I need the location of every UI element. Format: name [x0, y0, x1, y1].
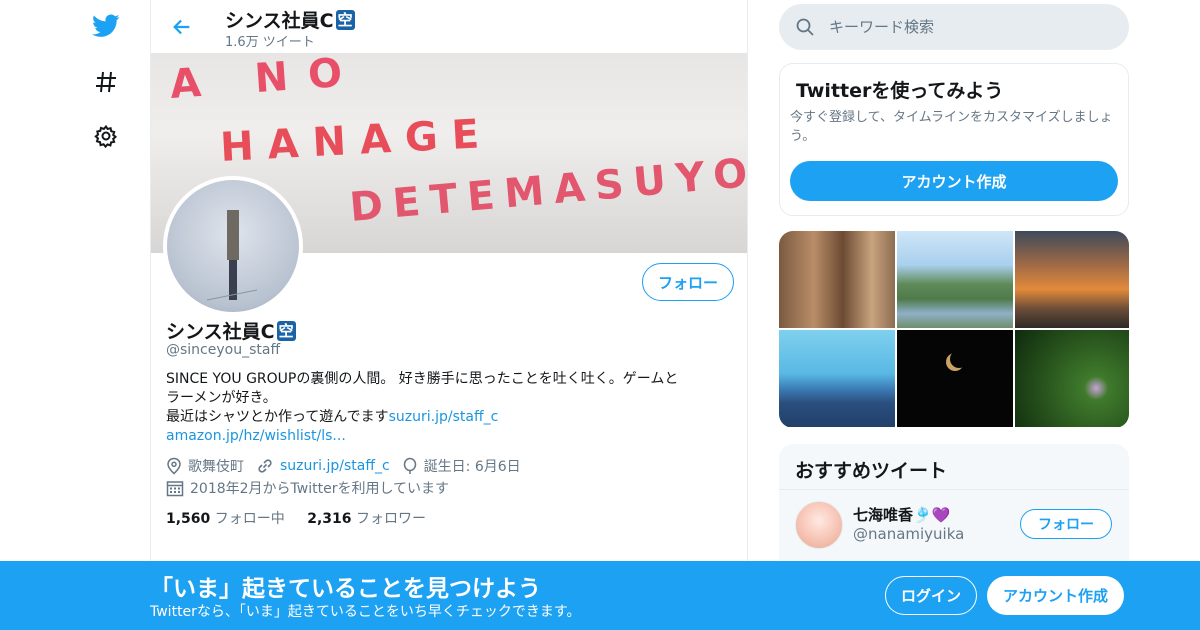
main-column: シンス社員C 空 1.6万 ツイート A NO HANAGE DETEMASUYO…	[150, 0, 748, 630]
search-box[interactable]	[779, 4, 1129, 50]
profile-bio: SINCE YOU GROUPの裏側の人間。 好き勝手に思ったことを吐く吐く。ゲ…	[166, 370, 726, 446]
location-icon	[167, 457, 181, 475]
recommended-title: おすすめツイート	[795, 460, 948, 482]
website: suzuri.jp/staff_c	[256, 457, 390, 475]
followers-label: フォロワー	[355, 511, 426, 527]
joined-date: 2018年2月からTwitterを利用しています	[166, 478, 449, 498]
media-grid	[779, 231, 1129, 428]
following-label: フォロー中	[214, 511, 285, 527]
sky-emoji: 空	[276, 321, 296, 341]
link-icon	[258, 459, 272, 473]
divider	[779, 489, 1129, 490]
profile-meta: 歌舞伎町 suzuri.jp/staff_c 誕生日: 6月6日	[166, 456, 525, 476]
sky-emoji: 空	[335, 10, 355, 30]
recommended-follow-button[interactable]: フォロー	[1020, 509, 1112, 539]
follow-button[interactable]: フォロー	[642, 263, 734, 301]
signup-description: 今すぐ登録して、タイムラインをカスタマイズしましょう。	[790, 110, 1113, 144]
signup-bottom-bar: 「いま」起きていることを見つけよう Twitterなら、「いま」起きていることを…	[0, 561, 1200, 630]
banner-line3: DETEMASUYO	[348, 150, 748, 231]
sea-photo[interactable]	[779, 330, 895, 427]
recommended-name[interactable]: 七海唯香🎐💜	[853, 504, 950, 525]
search-input[interactable]	[829, 18, 1109, 36]
followers-count: 2,316	[307, 511, 352, 527]
flower-photo[interactable]	[1015, 330, 1129, 427]
birthday-icon	[403, 457, 416, 474]
topbar-name-text: シンス社員C	[225, 10, 334, 32]
building-photo[interactable]	[779, 231, 895, 328]
bottom-bar-title: 「いま」起きていることを見つけよう	[150, 576, 541, 602]
recommended-avatar[interactable]	[795, 501, 843, 549]
birthday-text: 誕生日: 6月6日	[423, 459, 521, 475]
banner-line1: A NO	[168, 53, 363, 108]
bio-text: 最近はシャツとか作って遊んでます	[166, 409, 389, 425]
back-arrow-icon[interactable]	[169, 14, 195, 40]
search-icon	[796, 18, 814, 36]
moon-photo[interactable]	[897, 330, 1013, 427]
bio-line: SINCE YOU GROUPの裏側の人間。 好き勝手に思ったことを吐く吐く。ゲ…	[166, 371, 679, 387]
hashtag-icon[interactable]	[92, 68, 120, 96]
signup-card: Twitterを使ってみよう 今すぐ登録して、タイムラインをカスタマイズしましょ…	[779, 63, 1129, 216]
valley-photo[interactable]	[897, 231, 1013, 328]
birthday: 誕生日: 6月6日	[402, 456, 521, 476]
profile-handle: @sinceyou_staff	[166, 342, 281, 358]
website-link[interactable]: suzuri.jp/staff_c	[280, 458, 390, 474]
bio-line: ラーメンが好き。	[166, 390, 277, 406]
profile-avatar[interactable]	[163, 176, 303, 316]
profile-name-text: シンス社員C	[166, 321, 275, 343]
signup-title: Twitterを使ってみよう	[796, 80, 1004, 102]
bio-link-suzuri[interactable]: suzuri.jp/staff_c	[389, 409, 499, 425]
profile-name: シンス社員C 空	[166, 317, 296, 344]
recommended-handle: @nanamiyuika	[853, 525, 965, 543]
following-stat[interactable]: 1,560 フォロー中	[166, 508, 285, 528]
twitter-bird-icon[interactable]	[92, 12, 120, 40]
login-button[interactable]: ログイン	[885, 576, 977, 615]
bio-line: 最近はシャツとか作って遊んでますsuzuri.jp/staff_c	[166, 408, 726, 427]
profile-topbar: シンス社員C 空 1.6万 ツイート	[151, 0, 747, 53]
joined-text: 2018年2月からTwitterを利用しています	[190, 481, 450, 497]
bio-link-amazon[interactable]: amazon.jp/hz/wishlist/ls...	[166, 428, 346, 444]
tweet-count: 1.6万 ツイート	[225, 35, 315, 50]
bottom-create-account-button[interactable]: アカウント作成	[987, 576, 1124, 615]
following-count: 1,560	[166, 511, 211, 527]
gear-icon[interactable]	[92, 122, 120, 150]
location: 歌舞伎町	[166, 456, 244, 476]
calendar-icon	[166, 481, 184, 497]
followers-stat[interactable]: 2,316 フォロワー	[307, 508, 426, 528]
topbar-profile-name: シンス社員C 空	[225, 6, 355, 33]
sunset-photo[interactable]	[1015, 231, 1129, 328]
profile-stats: 1,560 フォロー中 2,316 フォロワー	[166, 508, 444, 528]
banner-line2: HANAGE	[219, 111, 494, 171]
create-account-button[interactable]: アカウント作成	[790, 161, 1118, 201]
location-text: 歌舞伎町	[188, 459, 244, 475]
bottom-bar-subtitle: Twitterなら、「いま」起きていることをいち早くチェックできます。	[150, 604, 581, 620]
bio-line: amazon.jp/hz/wishlist/ls...	[166, 427, 726, 446]
